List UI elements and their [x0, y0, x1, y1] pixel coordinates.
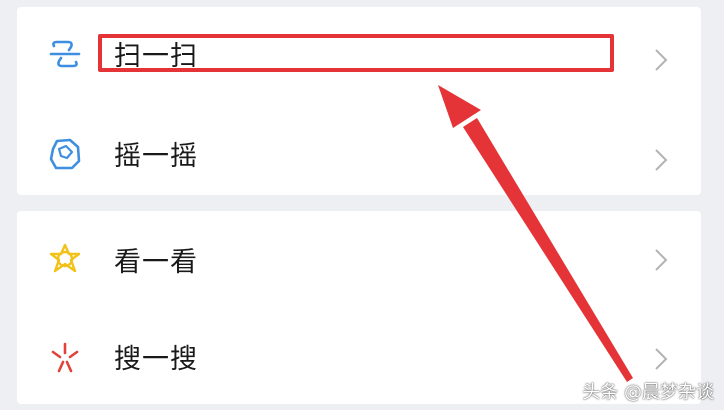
look-icon [49, 243, 81, 273]
discover-page: 扫一扫 摇一摇 看一看 搜一搜 头条 @晨梦杂谈 [0, 0, 724, 410]
menu-item-shake[interactable]: 摇一摇 [17, 101, 701, 195]
menu-item-label: 搜一搜 [114, 344, 198, 375]
chevron-right-icon [655, 249, 668, 271]
annotation-highlight-box [98, 34, 614, 72]
shake-icon [49, 138, 81, 170]
chevron-right-icon [655, 49, 668, 71]
search-icon [51, 342, 79, 373]
menu-item-look[interactable]: 看一看 [17, 211, 701, 305]
scan-icon [49, 40, 81, 68]
chevron-right-icon [655, 348, 668, 370]
chevron-right-icon [655, 149, 668, 171]
menu-group-2: 看一看 搜一搜 [17, 211, 701, 404]
menu-item-label: 看一看 [114, 247, 198, 278]
menu-item-label: 摇一摇 [114, 141, 198, 172]
watermark: 头条 @晨梦杂谈 [582, 382, 714, 403]
